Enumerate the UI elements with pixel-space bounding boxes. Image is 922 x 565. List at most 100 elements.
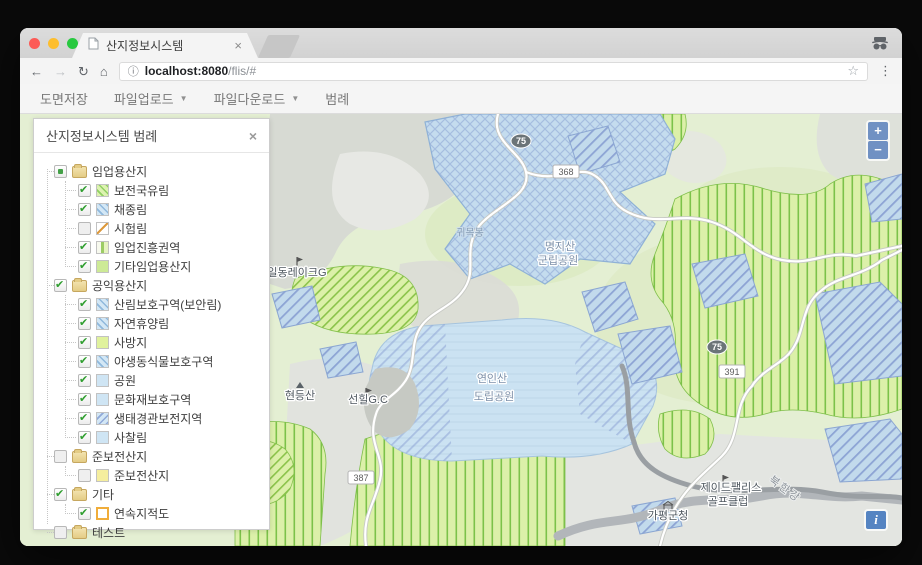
url-path: /flis/# (228, 64, 256, 78)
checkbox[interactable] (54, 526, 67, 539)
legend-group-row[interactable]: 임업용산지 (44, 162, 263, 181)
info-button[interactable]: i (866, 511, 886, 529)
legend-leaf-label[interactable]: 채종림 (114, 201, 147, 218)
legend-leaf-label[interactable]: 보전국유림 (114, 182, 169, 199)
map-label-peak: 현등산 (285, 389, 315, 402)
legend-group-label[interactable]: 테스트 (92, 524, 125, 541)
legend-leaf-row[interactable]: 사방지 (68, 333, 263, 352)
legend-leaf-row[interactable]: 연속지적도 (68, 504, 263, 523)
checkbox[interactable] (54, 279, 67, 292)
checkbox[interactable] (78, 336, 91, 349)
legend-leaf-label[interactable]: 사방지 (114, 334, 147, 351)
window-controls (29, 38, 78, 49)
url-input[interactable]: ⓘ localhost:8080/flis/# ☆ (119, 62, 868, 81)
save-drawing-button[interactable]: 도면저장 (40, 89, 88, 108)
checkbox[interactable] (78, 203, 91, 216)
legend-leaf-label[interactable]: 공원 (114, 372, 136, 389)
legend-group-row[interactable]: 기타 (44, 485, 263, 504)
legend-leaf-label[interactable]: 연속지적도 (114, 505, 169, 522)
legend-leaf-row[interactable]: 공원 (68, 371, 263, 390)
checkbox[interactable] (78, 431, 91, 444)
legend-group-row[interactable]: 준보전산지 (44, 447, 263, 466)
legend-leaf-row[interactable]: 생태경관보전지역 (68, 409, 263, 428)
bookmark-star-icon[interactable]: ☆ (847, 63, 859, 79)
legend-group-row[interactable]: 공익용산지 (44, 276, 263, 295)
checkbox[interactable] (78, 298, 91, 311)
browser-menu-icon[interactable]: ⋮ (879, 63, 892, 79)
map-label-golf-club: 선힐G.C (348, 393, 388, 406)
checkbox[interactable] (78, 260, 91, 273)
legend-leaf-label[interactable]: 임업진흥권역 (114, 239, 180, 256)
checkbox[interactable] (54, 450, 67, 463)
new-tab-button[interactable] (258, 35, 300, 58)
browser-tab[interactable]: 산지정보시스템 × (72, 33, 258, 58)
legend-leaf-row[interactable]: 보전국유림 (68, 181, 263, 200)
site-info-icon[interactable]: ⓘ (128, 63, 139, 79)
file-download-menu[interactable]: 파일다운로드 ▼ (214, 89, 300, 108)
checkbox[interactable] (78, 469, 91, 482)
checkbox[interactable] (78, 355, 91, 368)
legend-close-icon[interactable]: × (249, 129, 257, 143)
close-window-button[interactable] (29, 38, 40, 49)
legend-leaf-label[interactable]: 야생동식물보호구역 (114, 353, 213, 370)
legend-group-label[interactable]: 임업용산지 (92, 163, 147, 180)
legend-leaf-label[interactable]: 시험림 (114, 220, 147, 237)
zoom-in-button[interactable]: + (868, 122, 888, 140)
checkbox[interactable] (78, 241, 91, 254)
maximize-window-button[interactable] (67, 38, 78, 49)
checkbox[interactable] (78, 317, 91, 330)
minimize-window-button[interactable] (48, 38, 59, 49)
legend-leaf-row[interactable]: 채종림 (68, 200, 263, 219)
forward-icon[interactable]: → (54, 65, 67, 78)
back-icon[interactable]: ← (30, 65, 43, 78)
legend-toggle-button[interactable]: 범례 (325, 89, 349, 108)
checkbox[interactable] (78, 507, 91, 520)
legend-group-row[interactable]: 테스트 (44, 523, 263, 542)
legend-leaf-row[interactable]: 시험림 (68, 219, 263, 238)
legend-swatch (96, 412, 109, 425)
legend-swatch (96, 469, 109, 482)
folder-icon (72, 489, 87, 501)
road-badge: 75 (712, 342, 722, 352)
legend-leaf-label[interactable]: 준보전산지 (114, 467, 169, 484)
checkbox[interactable] (78, 412, 91, 425)
legend-leaf-label[interactable]: 산림보호구역(보안림) (114, 296, 221, 313)
incognito-icon (870, 36, 890, 56)
checkbox[interactable] (78, 374, 91, 387)
legend-leaf-row[interactable]: 산림보호구역(보안림) (68, 295, 263, 314)
legend-leaf-label[interactable]: 기타임업용산지 (114, 258, 191, 275)
reload-icon[interactable]: ↻ (78, 65, 89, 78)
address-bar: ← → ↻ ⌂ ⓘ localhost:8080/flis/# ☆ ⋮ (20, 58, 902, 84)
legend-group-label[interactable]: 기타 (92, 486, 114, 503)
tab-close-icon[interactable]: × (234, 39, 242, 52)
legend-leaf-label[interactable]: 자연휴양림 (114, 315, 169, 332)
legend-leaf-row[interactable]: 임업진흥권역 (68, 238, 263, 257)
legend-leaf-row[interactable]: 준보전산지 (68, 466, 263, 485)
checkbox[interactable] (78, 393, 91, 406)
app-toolbar: 도면저장 파일업로드 ▼ 파일다운로드 ▼ 범례 (20, 84, 902, 114)
checkbox[interactable] (54, 488, 67, 501)
attribution-control: i (864, 509, 888, 531)
legend-group-label[interactable]: 공익용산지 (92, 277, 147, 294)
home-icon[interactable]: ⌂ (100, 65, 108, 78)
zoom-out-button[interactable]: − (868, 141, 888, 159)
folder-icon (72, 451, 87, 463)
legend-leaf-label[interactable]: 사찰림 (114, 429, 147, 446)
legend-leaf-row[interactable]: 사찰림 (68, 428, 263, 447)
legend-group-label[interactable]: 준보전산지 (92, 448, 147, 465)
legend-leaf-row[interactable]: 자연휴양림 (68, 314, 263, 333)
page-favicon-icon (88, 37, 99, 55)
legend-leaf-row[interactable]: 야생동식물보호구역 (68, 352, 263, 371)
file-upload-menu[interactable]: 파일업로드 ▼ (114, 89, 188, 108)
url-host: localhost:8080 (145, 64, 228, 78)
legend-swatch (96, 184, 109, 197)
legend-leaf-label[interactable]: 문화재보호구역 (114, 391, 191, 408)
checkbox[interactable] (54, 165, 67, 178)
checkbox[interactable] (78, 184, 91, 197)
legend-leaf-row[interactable]: 기타임업용산지 (68, 257, 263, 276)
tab-title: 산지정보시스템 (106, 37, 227, 54)
legend-swatch (96, 260, 109, 273)
checkbox[interactable] (78, 222, 91, 235)
legend-leaf-label[interactable]: 생태경관보전지역 (114, 410, 202, 427)
legend-leaf-row[interactable]: 문화재보호구역 (68, 390, 263, 409)
